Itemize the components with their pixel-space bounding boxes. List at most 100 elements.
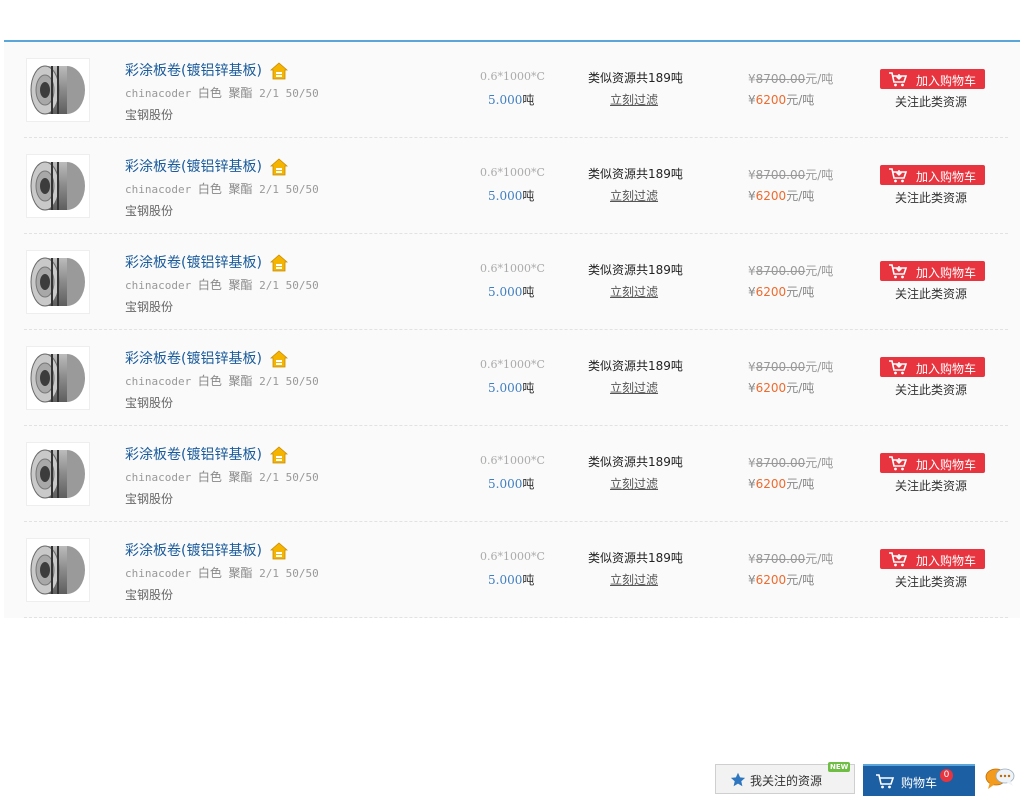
filter-now-link[interactable]: 立刻过滤 [610, 379, 658, 396]
sale-price: ¥6200元/吨 [748, 379, 814, 396]
spec-color: 白色 [197, 374, 222, 388]
product-dimensions: 0.6*1000*C [480, 358, 545, 371]
product-title[interactable]: 彩涂板卷(镀铝锌基板) [125, 540, 262, 560]
filter-now-link[interactable]: 立刻过滤 [610, 283, 658, 300]
quantity-unit: 吨 [522, 285, 535, 299]
cart-icon [889, 168, 908, 183]
add-to-cart-button[interactable]: 加入购物车 [880, 549, 985, 569]
filter-now-link[interactable]: 立刻过滤 [610, 187, 658, 204]
original-price: ¥8700.00元/吨 [748, 550, 833, 567]
product-dimensions: 0.6*1000*C [480, 550, 545, 563]
spec-tail: 2/1 50/50 [259, 87, 319, 100]
steel-coil-icon[interactable] [26, 154, 90, 218]
price-symbol: ¥ [748, 72, 756, 86]
spec-color: 白色 [197, 86, 222, 100]
add-to-cart-button[interactable]: 加入购物车 [880, 165, 985, 185]
add-to-cart-label: 加入购物车 [916, 266, 977, 280]
follow-resource-link[interactable]: 关注此类资源 [895, 189, 967, 206]
product-quantity: 5.000吨 [488, 91, 534, 108]
follow-resource-link[interactable]: 关注此类资源 [895, 93, 967, 110]
shopping-cart-label: 购物车 [901, 776, 938, 790]
steel-coil-icon[interactable] [26, 346, 90, 410]
spec-coating: 聚酯 [228, 278, 253, 292]
spec-coating: 聚酯 [228, 86, 253, 100]
sale-price: ¥6200元/吨 [748, 91, 814, 108]
steel-coil-icon[interactable] [26, 250, 90, 314]
add-to-cart-button[interactable]: 加入购物车 [880, 69, 985, 89]
filter-now-link[interactable]: 立刻过滤 [610, 91, 658, 108]
steel-coil-icon[interactable] [26, 538, 90, 602]
product-brand: 宝钢股份 [125, 588, 174, 602]
add-to-cart-label: 加入购物车 [916, 170, 977, 184]
product-brand: 宝钢股份 [125, 204, 174, 218]
follow-resource-link[interactable]: 关注此类资源 [895, 381, 967, 398]
quantity-unit: 吨 [522, 573, 535, 587]
home-badge-icon [269, 254, 289, 272]
spec-tail: 2/1 50/50 [259, 375, 319, 388]
product-title[interactable]: 彩涂板卷(镀铝锌基板) [125, 156, 262, 176]
product-title[interactable]: 彩涂板卷(镀铝锌基板) [125, 60, 262, 80]
product-row: 彩涂板卷(镀铝锌基板) chinacoder 白色 聚酯 2/1 50/50 宝… [4, 138, 1020, 234]
cart-icon [889, 456, 908, 471]
product-quantity: 5.000吨 [488, 571, 534, 588]
add-to-cart-button[interactable]: 加入购物车 [880, 453, 985, 473]
price-unit: 元/吨 [805, 72, 834, 86]
similar-resources: 类似资源共189吨 [588, 167, 683, 181]
cart-icon [889, 264, 908, 279]
similar-resources: 类似资源共189吨 [588, 551, 683, 565]
follow-resource-link[interactable]: 关注此类资源 [895, 477, 967, 494]
cart-count-badge: 0 [940, 769, 953, 782]
spec-code: chinacoder [125, 567, 192, 580]
product-brand: 宝钢股份 [125, 108, 174, 122]
sale-price-value: 6200 [755, 93, 787, 107]
product-list: 彩涂板卷(镀铝锌基板) chinacoder 白色 聚酯 2/1 50/50 宝… [4, 42, 1020, 618]
add-to-cart-button[interactable]: 加入购物车 [880, 261, 985, 281]
add-to-cart-button[interactable]: 加入购物车 [880, 357, 985, 377]
original-price-value: 8700.00 [755, 264, 806, 278]
original-price-value: 8700.00 [755, 168, 806, 182]
price-unit: 元/吨 [805, 456, 834, 470]
shopping-cart-button[interactable]: 购物车 0 [863, 764, 975, 796]
original-price: ¥8700.00元/吨 [748, 70, 833, 87]
similar-resources: 类似资源共189吨 [588, 71, 683, 85]
price-unit: 元/吨 [805, 360, 834, 374]
product-spec: chinacoder 白色 聚酯 2/1 50/50 [125, 276, 319, 293]
spec-tail: 2/1 50/50 [259, 471, 319, 484]
chat-bubbles-icon[interactable] [985, 765, 1015, 793]
spec-coating: 聚酯 [228, 566, 253, 580]
quantity-unit: 吨 [522, 189, 535, 203]
product-spec: chinacoder 白色 聚酯 2/1 50/50 [125, 84, 319, 101]
cart-icon [889, 360, 908, 375]
product-dimensions: 0.6*1000*C [480, 454, 545, 467]
price-unit: 元/吨 [786, 189, 815, 203]
quantity-value: 5.000 [488, 93, 523, 107]
similar-resources: 类似资源共189吨 [588, 263, 683, 277]
original-price: ¥8700.00元/吨 [748, 262, 833, 279]
product-quantity: 5.000吨 [488, 379, 534, 396]
original-price-value: 8700.00 [755, 456, 806, 470]
similar-resources: 类似资源共189吨 [588, 359, 683, 373]
spec-tail: 2/1 50/50 [259, 567, 319, 580]
steel-coil-icon[interactable] [26, 442, 90, 506]
price-unit: 元/吨 [786, 381, 815, 395]
filter-now-link[interactable]: 立刻过滤 [610, 475, 658, 492]
spec-coating: 聚酯 [228, 374, 253, 388]
follow-resource-link[interactable]: 关注此类资源 [895, 573, 967, 590]
follow-resource-link[interactable]: 关注此类资源 [895, 285, 967, 302]
original-price: ¥8700.00元/吨 [748, 454, 833, 471]
price-unit: 元/吨 [786, 477, 815, 491]
price-unit: 元/吨 [805, 552, 834, 566]
product-title[interactable]: 彩涂板卷(镀铝锌基板) [125, 348, 262, 368]
new-badge: NEW [828, 762, 851, 772]
filter-now-link[interactable]: 立刻过滤 [610, 571, 658, 588]
steel-coil-icon[interactable] [26, 58, 90, 122]
product-row: 彩涂板卷(镀铝锌基板) chinacoder 白色 聚酯 2/1 50/50 宝… [4, 522, 1020, 618]
product-dimensions: 0.6*1000*C [480, 166, 545, 179]
home-badge-icon [269, 446, 289, 464]
price-symbol: ¥ [748, 93, 756, 107]
favorites-button[interactable]: 我关注的资源 NEW [715, 762, 855, 794]
product-title[interactable]: 彩涂板卷(镀铝锌基板) [125, 444, 262, 464]
product-title[interactable]: 彩涂板卷(镀铝锌基板) [125, 252, 262, 272]
spec-color: 白色 [197, 470, 222, 484]
cart-icon [876, 774, 895, 789]
